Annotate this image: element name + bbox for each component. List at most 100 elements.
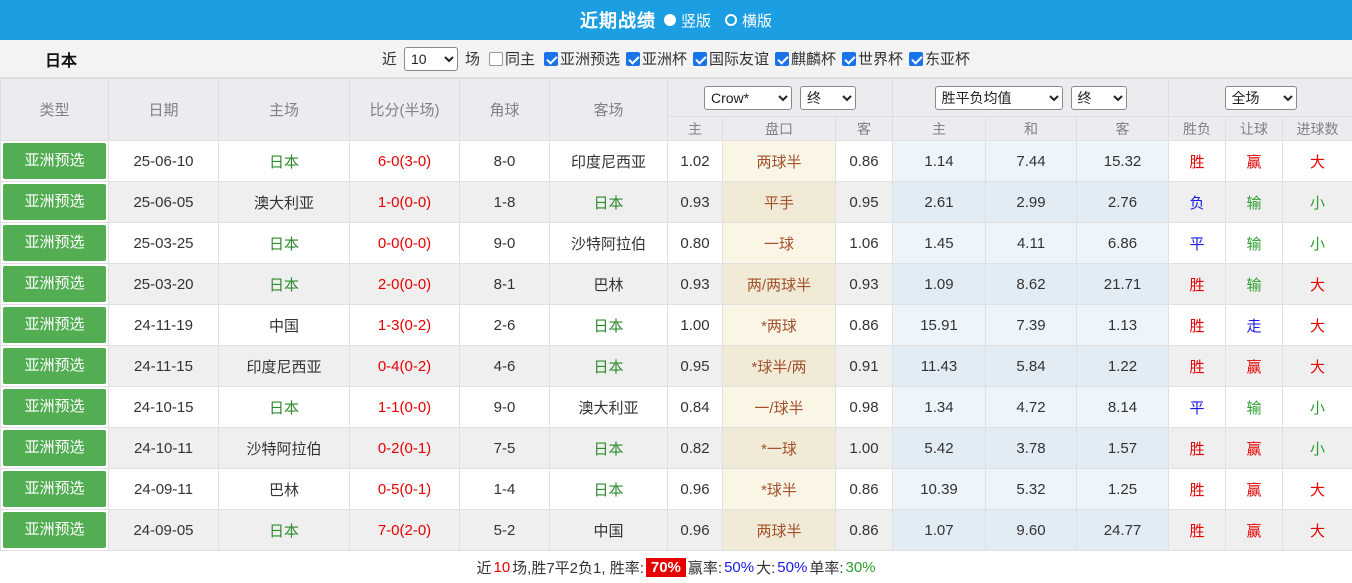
results-table: 类型 日期 主场 比分(半场) 角球 客场 Crow* 终 胜 bbox=[0, 78, 1352, 551]
col-header-handicap-result: 让球 bbox=[1226, 117, 1283, 141]
avg-loss: 6.86 bbox=[1077, 223, 1169, 264]
competition-filter: 国际友谊 bbox=[687, 48, 769, 69]
avg-draw: 5.32 bbox=[986, 469, 1077, 510]
score-halftime: 0-5(0-1) bbox=[350, 469, 460, 510]
away-team: 印度尼西亚 bbox=[550, 141, 668, 182]
odds-home: 1.02 bbox=[668, 141, 723, 182]
odds-home: 0.95 bbox=[668, 346, 723, 387]
goals-result: 小 bbox=[1283, 223, 1352, 264]
competition-checkbox[interactable] bbox=[544, 52, 558, 66]
recent-label: 近 bbox=[382, 48, 397, 69]
match-date: 24-11-15 bbox=[109, 346, 219, 387]
result: 胜 bbox=[1169, 469, 1226, 510]
corners: 2-6 bbox=[460, 305, 550, 346]
title-bar: 近期战绩 竖版横版 bbox=[0, 0, 1352, 40]
radio-label: 竖版 bbox=[681, 10, 711, 31]
odds-home: 0.96 bbox=[668, 510, 723, 551]
away-team: 日本 bbox=[550, 182, 668, 223]
win-odds-label: 赢率: bbox=[688, 557, 722, 578]
match-date: 24-09-11 bbox=[109, 469, 219, 510]
result: 胜 bbox=[1169, 510, 1226, 551]
table-row: 亚洲预选 25-06-05 澳大利亚 1-0(0-0) 1-8 日本 0.93 … bbox=[1, 182, 1352, 223]
handicap-result: 输 bbox=[1226, 264, 1283, 305]
away-team: 日本 bbox=[550, 469, 668, 510]
goals-result: 大 bbox=[1283, 264, 1352, 305]
handicap-result: 输 bbox=[1226, 387, 1283, 428]
score-halftime: 0-0(0-0) bbox=[350, 223, 460, 264]
odds-away: 0.93 bbox=[836, 264, 893, 305]
odds-away: 0.86 bbox=[836, 469, 893, 510]
odds-home: 0.82 bbox=[668, 428, 723, 469]
score-halftime: 0-2(0-1) bbox=[350, 428, 460, 469]
competition-checkbox[interactable] bbox=[626, 52, 640, 66]
handicap-result: 走 bbox=[1226, 305, 1283, 346]
handicap: *一球 bbox=[723, 428, 836, 469]
avg-win: 1.34 bbox=[893, 387, 986, 428]
avg-win: 11.43 bbox=[893, 346, 986, 387]
layout-radio-unselected[interactable]: 横版 bbox=[725, 10, 772, 31]
avg-win: 2.61 bbox=[893, 182, 986, 223]
summary-recent-count: 10 bbox=[493, 559, 510, 576]
competition-checkbox[interactable] bbox=[842, 52, 856, 66]
col-header-date: 日期 bbox=[109, 79, 219, 141]
radio-dot-icon bbox=[664, 14, 676, 26]
avg-loss: 1.22 bbox=[1077, 346, 1169, 387]
match-date: 25-03-20 bbox=[109, 264, 219, 305]
result-group-header: 全场 bbox=[1169, 79, 1352, 117]
table-row: 亚洲预选 25-03-25 日本 0-0(0-0) 9-0 沙特阿拉伯 0.80… bbox=[1, 223, 1352, 264]
competition-checkbox[interactable] bbox=[693, 52, 707, 66]
avg-loss: 15.32 bbox=[1077, 141, 1169, 182]
odds-away: 0.86 bbox=[836, 510, 893, 551]
home-team: 澳大利亚 bbox=[219, 182, 350, 223]
goals-result: 小 bbox=[1283, 428, 1352, 469]
handicap-result: 赢 bbox=[1226, 141, 1283, 182]
competition-checkbox[interactable] bbox=[775, 52, 789, 66]
goals-result: 小 bbox=[1283, 387, 1352, 428]
avg-draw: 8.62 bbox=[986, 264, 1077, 305]
home-team: 日本 bbox=[219, 141, 350, 182]
away-team: 日本 bbox=[550, 346, 668, 387]
win-odds-value: 50% bbox=[724, 559, 754, 576]
competition-badge: 亚洲预选 bbox=[3, 389, 106, 425]
competition-filter: 东亚杯 bbox=[903, 48, 970, 69]
filters: 近 10 场 同主 亚洲预选亚洲杯国际友谊麒麟杯世界杯东亚杯 bbox=[382, 47, 970, 71]
odds-home: 0.84 bbox=[668, 387, 723, 428]
competition-label: 东亚杯 bbox=[925, 48, 970, 69]
col-header-handicap: 盘口 bbox=[723, 117, 836, 141]
handicap-result: 赢 bbox=[1226, 510, 1283, 551]
result-scope-select[interactable]: 全场 bbox=[1225, 86, 1297, 110]
handicap: *球半 bbox=[723, 469, 836, 510]
results-body: 亚洲预选 25-06-10 日本 6-0(3-0) 8-0 印度尼西亚 1.02… bbox=[1, 141, 1352, 551]
odds-time-select[interactable]: 终 bbox=[800, 86, 856, 110]
competition-checkbox[interactable] bbox=[909, 52, 923, 66]
handicap: *球半/两 bbox=[723, 346, 836, 387]
same-venue-label: 同主 bbox=[505, 48, 535, 69]
odds-home: 0.80 bbox=[668, 223, 723, 264]
same-venue-checkbox[interactable] bbox=[489, 52, 503, 66]
odds-home: 0.93 bbox=[668, 264, 723, 305]
result: 胜 bbox=[1169, 264, 1226, 305]
result: 胜 bbox=[1169, 305, 1226, 346]
handicap: 两球半 bbox=[723, 510, 836, 551]
odds-away: 0.98 bbox=[836, 387, 893, 428]
avg-win: 5.42 bbox=[893, 428, 986, 469]
avg-loss: 2.76 bbox=[1077, 182, 1169, 223]
home-team: 日本 bbox=[219, 223, 350, 264]
col-header-odds-home: 主 bbox=[668, 117, 723, 141]
big-rate-value: 50% bbox=[777, 559, 807, 576]
recent-count-select[interactable]: 10 bbox=[404, 47, 458, 71]
score-halftime: 0-4(0-2) bbox=[350, 346, 460, 387]
wdl-metric-select[interactable]: 胜平负均值 bbox=[935, 86, 1063, 110]
odds-company-select[interactable]: Crow* bbox=[704, 86, 792, 110]
handicap: 两/两球半 bbox=[723, 264, 836, 305]
goals-result: 大 bbox=[1283, 469, 1352, 510]
wdl-time-select[interactable]: 终 bbox=[1071, 86, 1127, 110]
away-team: 中国 bbox=[550, 510, 668, 551]
avg-win: 1.45 bbox=[893, 223, 986, 264]
layout-radio-selected[interactable]: 竖版 bbox=[664, 10, 711, 31]
home-team: 日本 bbox=[219, 510, 350, 551]
team-name: 日本 bbox=[45, 47, 77, 71]
goals-result: 大 bbox=[1283, 510, 1352, 551]
avg-draw: 9.60 bbox=[986, 510, 1077, 551]
score-halftime: 1-3(0-2) bbox=[350, 305, 460, 346]
